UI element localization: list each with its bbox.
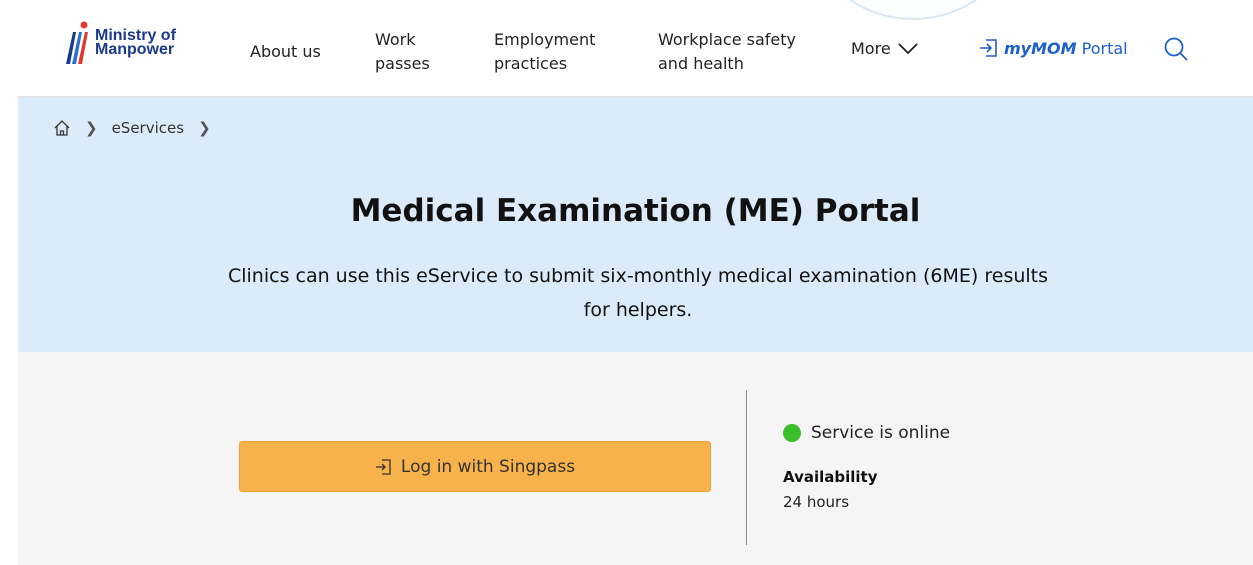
service-status: Service is online [783,423,950,443]
status-online-icon [783,424,801,442]
nav-workplace-line1: Workplace safety [658,30,797,49]
page-title: Medical Examination (ME) Portal [350,193,921,229]
hero-banner: ❯ eServices ❯ Medical Examination (ME) P… [18,97,1253,352]
mymom-portal-link[interactable]: myMOM Portal [978,38,1128,58]
page-frame: Ministry of Manpower About us Work passe… [18,0,1253,565]
site-header: Ministry of Manpower About us Work passe… [18,0,1253,97]
nav-employment-practices[interactable]: Employment practices [494,28,595,76]
page-subtitle: Clinics can use this eService to submit … [138,259,1138,327]
nav-about-us-label: About us [250,42,321,61]
mom-logo[interactable]: Ministry of Manpower [63,20,176,66]
subtitle-line-1: Clinics can use this eService to submit … [227,265,1049,287]
portal-suffix: Portal [1081,38,1128,58]
logo-text: Ministry of Manpower [95,28,176,58]
login-arrow-icon [980,39,997,57]
login-door-icon [375,458,391,475]
nav-work-passes[interactable]: Work passes [375,28,430,76]
portal-label: myMOM [1004,38,1077,58]
nav-workplace-line2: and health [658,54,744,73]
nav-work-passes-line2: passes [375,54,430,73]
status-text: Service is online [811,423,951,443]
subtitle-line-2: for helpers. [583,299,693,321]
home-icon[interactable] [53,119,71,137]
availability-label: Availability [783,468,878,486]
nav-workplace-safety[interactable]: Workplace safety and health [658,28,796,76]
nav-about-us[interactable]: About us [250,40,321,64]
nav-employment-line1: Employment [494,30,596,49]
search-icon[interactable] [1163,36,1189,62]
chevron-right-icon: ❯ [85,119,98,137]
singpass-login-label: Log in with Singpass [400,456,576,477]
singpass-login-button[interactable]: Log in with Singpass [239,441,711,492]
vertical-divider [746,390,747,545]
chevron-right-icon: ❯ [198,119,211,137]
breadcrumb: ❯ eServices ❯ [53,119,211,137]
mom-logo-icon [66,21,88,64]
chevron-down-icon [898,43,918,55]
availability-value: 24 hours [783,493,850,511]
nav-more-label: More [851,39,891,58]
logo-line-2: Manpower [95,41,175,58]
nav-work-passes-line1: Work [375,30,416,49]
nav-more[interactable]: More [851,37,919,61]
breadcrumb-eservices[interactable]: eServices [112,119,184,137]
nav-employment-line2: practices [494,54,568,73]
